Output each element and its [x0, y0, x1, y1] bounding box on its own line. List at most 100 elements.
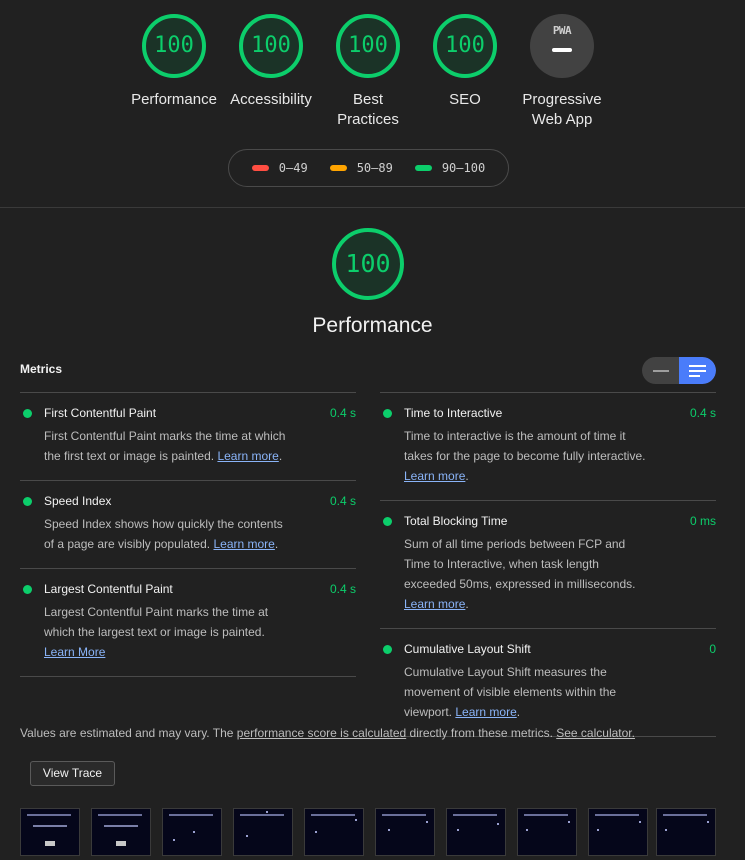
filmstrip-frame — [91, 808, 151, 856]
metric-description: Time to interactive is the amount of tim… — [404, 429, 646, 483]
column-divider — [20, 676, 356, 677]
legend-item-average: 50–89 — [329, 161, 393, 175]
metric-desc-text: Largest Contentful Paint marks the time … — [44, 605, 269, 639]
performance-score-gauge: 100 — [332, 228, 404, 300]
metric-value: 0.4 s — [689, 406, 716, 420]
compact-view-button[interactable] — [642, 357, 679, 384]
metric-value: 0.4 s — [329, 406, 356, 420]
score-legend: 0–49 50–89 90–100 — [228, 149, 509, 187]
metric-title: Time to Interactive — [404, 406, 503, 420]
gauge-best-practices[interactable]: 100 Best Practices — [320, 14, 416, 130]
frame-content — [33, 825, 67, 827]
gauge-accessibility[interactable]: 100 Accessibility — [223, 14, 319, 110]
frame-content — [665, 829, 667, 831]
pass-swatch-icon — [414, 165, 432, 171]
learn-more-link[interactable]: Learn more — [404, 469, 465, 483]
frame-content — [45, 841, 55, 846]
pwa-badge-icon: PWA — [530, 14, 594, 78]
gauge-performance[interactable]: 100 Performance — [126, 14, 222, 110]
expand-lines-icon-bar — [689, 369, 706, 372]
metric-cumulative-layout-shift: Cumulative Layout Shift 0 Cumulative Lay… — [380, 628, 716, 736]
filmstrip-frame — [304, 808, 364, 856]
filmstrip-frame — [517, 808, 577, 856]
learn-more-link[interactable]: Learn More — [44, 645, 105, 659]
frame-content — [707, 821, 709, 823]
metrics-column-left: First Contentful Paint 0.4 s First Conte… — [20, 392, 356, 677]
pass-dot-icon — [23, 585, 32, 594]
filmstrip — [20, 808, 720, 860]
metric-description: Cumulative Layout Shift measures the mov… — [404, 665, 617, 719]
frame-content — [457, 829, 459, 831]
gauge-label: Best Practices — [337, 91, 399, 128]
frame-content — [497, 823, 499, 825]
gauge-label: Progressive Web App — [522, 91, 602, 128]
frame-content — [193, 831, 195, 833]
frame-content — [568, 821, 570, 823]
frame-content — [27, 814, 71, 816]
metric-description: First Contentful Paint marks the time at… — [44, 429, 286, 463]
metric-largest-contentful-paint: Largest Contentful Paint 0.4 s Largest C… — [20, 568, 356, 676]
view-trace-button[interactable]: View Trace — [30, 761, 115, 786]
metric-desc-text: Sum of all time periods between FCP and … — [404, 537, 636, 591]
score-calculated-link[interactable]: performance score is calculated — [237, 726, 406, 740]
filmstrip-frame — [233, 808, 293, 856]
metric-description: Sum of all time periods between FCP and … — [404, 537, 636, 611]
metric-description: Largest Contentful Paint marks the time … — [44, 602, 294, 662]
gauge-pwa[interactable]: PWA Progressive Web App — [514, 14, 610, 130]
estimate-note: Values are estimated and may vary. The p… — [20, 726, 635, 740]
metric-value: 0 ms — [689, 514, 716, 528]
section-divider — [0, 207, 745, 208]
frame-content — [663, 814, 707, 816]
pass-dot-icon — [383, 409, 392, 418]
score-ring: 100 — [433, 14, 497, 78]
score-ring: 100 — [336, 14, 400, 78]
metric-desc-text: Time to interactive is the amount of tim… — [404, 429, 646, 463]
metric-title: Total Blocking Time — [404, 514, 508, 528]
frame-content — [388, 829, 390, 831]
filmstrip-frame — [162, 808, 222, 856]
learn-more-link[interactable]: Learn more — [213, 537, 274, 551]
see-calculator-link[interactable]: See calculator. — [556, 726, 635, 740]
gauge-label: SEO — [449, 91, 481, 108]
metric-total-blocking-time: Total Blocking Time 0 ms Sum of all time… — [380, 500, 716, 628]
learn-more-link[interactable]: Learn more — [455, 705, 516, 719]
expand-lines-icon — [689, 364, 706, 367]
frame-content — [311, 814, 355, 816]
metric-time-to-interactive: Time to Interactive 0.4 s Time to intera… — [380, 392, 716, 500]
frame-content — [595, 814, 639, 816]
metrics-heading: Metrics — [20, 362, 63, 376]
frame-content — [246, 835, 248, 837]
score-ring: 100 — [142, 14, 206, 78]
metric-value: 0.4 s — [329, 494, 356, 508]
gauge-seo[interactable]: 100 SEO — [417, 14, 513, 110]
legend-range: 50–89 — [356, 161, 393, 175]
metric-value: 0 — [709, 642, 716, 656]
metric-first-contentful-paint: First Contentful Paint 0.4 s First Conte… — [20, 392, 356, 480]
metric-title: Largest Contentful Paint — [44, 582, 173, 596]
metric-speed-index: Speed Index 0.4 s Speed Index shows how … — [20, 480, 356, 568]
learn-more-link[interactable]: Learn more — [404, 597, 465, 611]
metrics-view-toggle[interactable] — [642, 357, 716, 384]
pass-dot-icon — [23, 497, 32, 506]
pass-dot-icon — [383, 645, 392, 654]
frame-content — [597, 829, 599, 831]
fail-swatch-icon — [251, 165, 269, 171]
pass-dot-icon — [23, 409, 32, 418]
metric-title: First Contentful Paint — [44, 406, 157, 420]
legend-range: 90–100 — [441, 161, 486, 175]
legend-item-fail: 0–49 — [251, 161, 308, 175]
performance-title: Performance — [312, 314, 433, 337]
pwa-text: PWA — [552, 24, 572, 37]
average-swatch-icon — [329, 165, 347, 171]
expanded-view-button[interactable] — [679, 357, 716, 384]
frame-content — [240, 814, 284, 816]
legend-range: 0–49 — [278, 161, 308, 175]
collapse-lines-icon — [652, 369, 669, 372]
frame-content — [98, 814, 142, 816]
metric-title: Speed Index — [44, 494, 112, 508]
frame-content — [104, 825, 138, 827]
pass-dot-icon — [383, 517, 392, 526]
learn-more-link[interactable]: Learn more — [217, 449, 278, 463]
frame-content — [116, 841, 126, 846]
filmstrip-frame — [656, 808, 716, 856]
